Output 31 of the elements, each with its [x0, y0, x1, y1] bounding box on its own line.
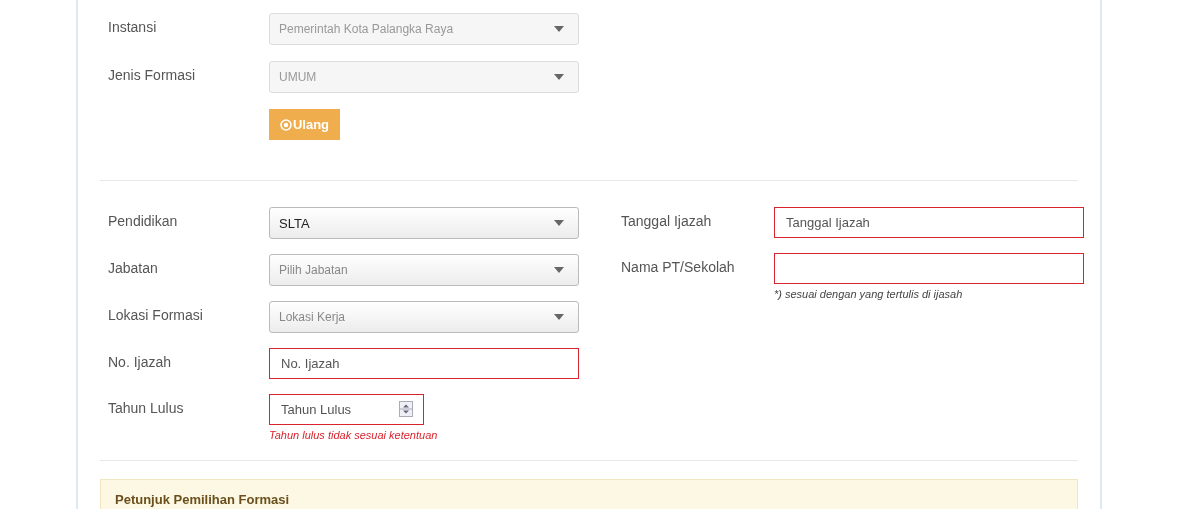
error-message: Tahun lulus tidak sesuai ketentuan: [269, 429, 438, 441]
number-field[interactable]: Tahun Lulus: [269, 394, 424, 425]
dropdown-field[interactable]: Pilih Jabatan: [269, 254, 579, 286]
field-label: Nama PT/Sekolah: [620, 258, 736, 275]
caret-icon: [554, 267, 564, 273]
dropdown-field[interactable]: SLTA: [269, 207, 579, 239]
field-label: Instansi: [107, 18, 158, 35]
field-label: Lokasi Formasi: [107, 306, 204, 323]
caret-icon: [554, 74, 564, 80]
dropdown-value: UMUM: [279, 70, 317, 84]
input-field[interactable]: No. Ijazah: [269, 348, 579, 379]
hint-text: *) sesuai dengan yang tertulis di ijasah: [774, 288, 964, 300]
reset-icon: [279, 118, 292, 131]
input-field[interactable]: Tanggal Ijazah: [774, 207, 1084, 238]
field-label: Tahun Lulus: [107, 399, 185, 416]
caret-icon: [554, 220, 564, 226]
field-label: Jenis Formasi: [107, 66, 197, 83]
field-label: Jabatan: [107, 259, 159, 276]
dropdown-value: SLTA: [279, 215, 310, 231]
spinner-icon[interactable]: [399, 401, 413, 417]
dropdown-field[interactable]: Lokasi Kerja: [269, 301, 579, 333]
field-label: Pendidikan: [107, 212, 179, 229]
dropdown-placeholder: Pilih Jabatan: [279, 263, 348, 277]
caret-icon: [554, 314, 564, 320]
dropdown-placeholder: Lokasi Kerja: [279, 310, 346, 324]
caret-icon: [554, 26, 564, 32]
input-field[interactable]: [774, 253, 1084, 284]
reset-button[interactable]: Ulang: [269, 109, 340, 140]
notice-title: Petunjuk Pemilihan Formasi: [115, 492, 290, 507]
field-label: Tanggal Ijazah: [620, 212, 713, 229]
field-label: No. Ijazah: [107, 353, 173, 370]
